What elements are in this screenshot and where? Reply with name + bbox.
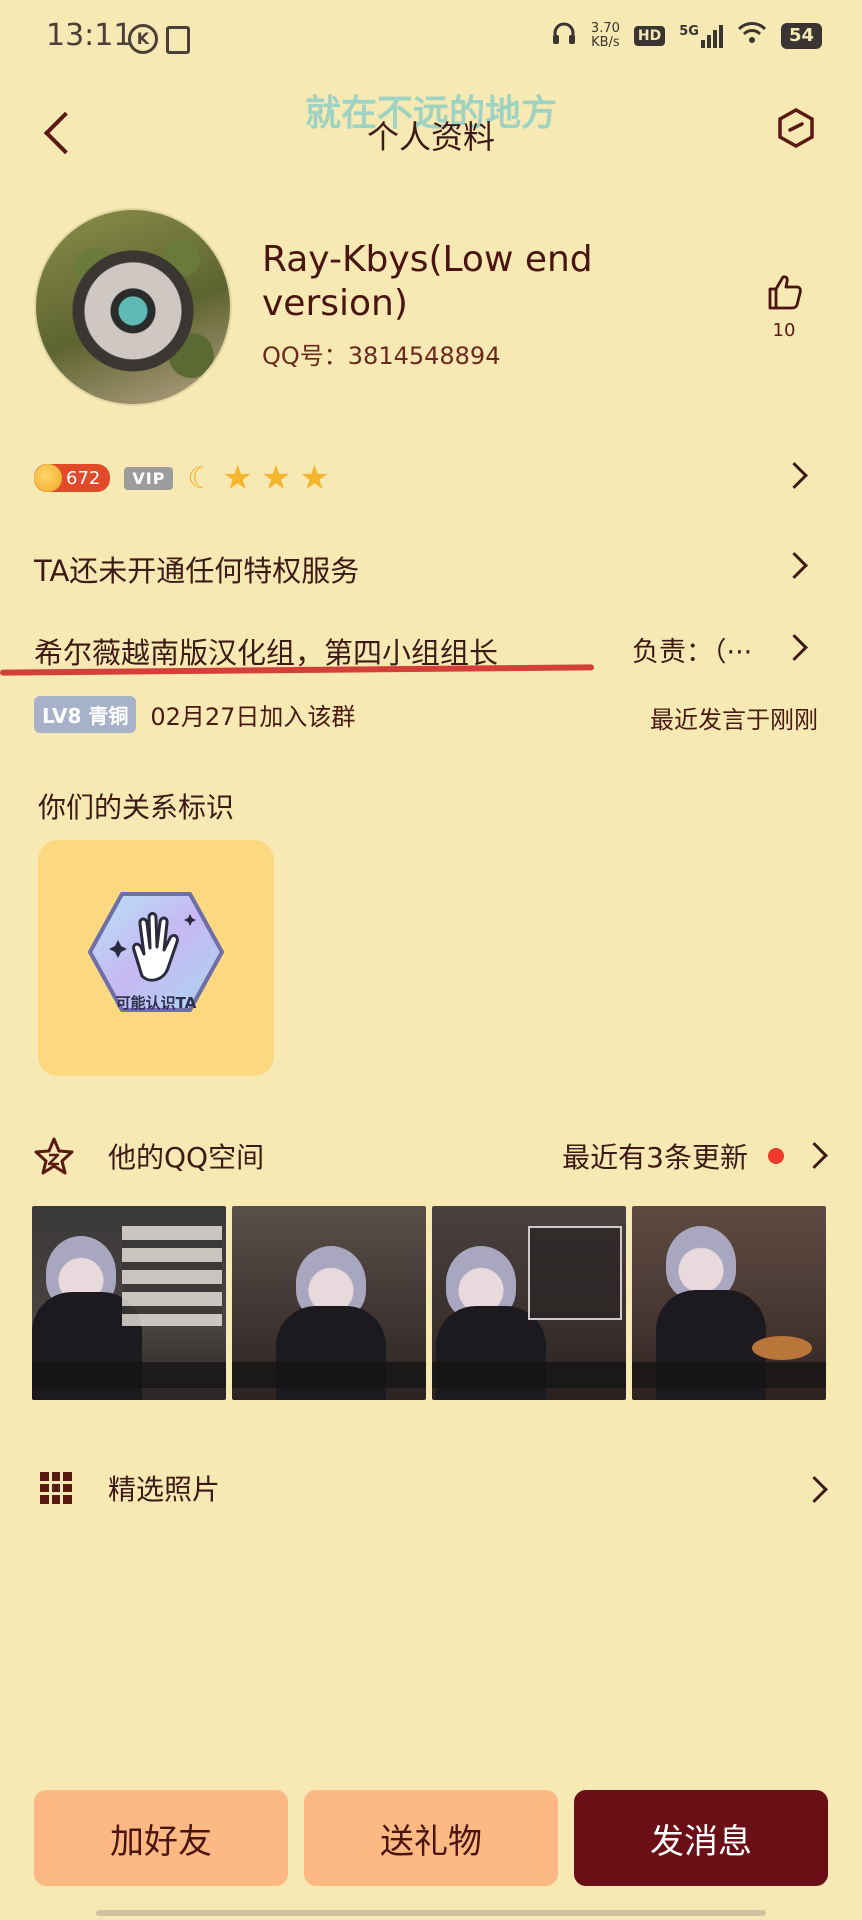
qzone-photo-strip [32, 1206, 826, 1400]
wifi-icon [737, 21, 767, 50]
vip-badge: VIP [124, 466, 174, 490]
headphone-icon [551, 20, 577, 51]
net-speed-unit: KB/s [591, 34, 620, 50]
avatar[interactable] [34, 208, 232, 406]
star-icon: ★ [299, 458, 330, 498]
star-icon: ★ [222, 458, 253, 498]
level-row: LV8 青铜 02月27日加入该群 [34, 696, 355, 733]
chevron-right-icon[interactable] [781, 634, 808, 661]
grid-icon [40, 1472, 72, 1504]
qzone-update-text: 最近有3条更新 [562, 1141, 748, 1174]
level-badge: LV8 青铜 [34, 696, 137, 733]
qzone-photo[interactable] [632, 1206, 826, 1400]
chevron-right-icon[interactable] [801, 1476, 828, 1503]
coin-icon [34, 464, 62, 492]
coin-value: 672 [66, 467, 101, 489]
qq-number: QQ号：3814548894 [262, 342, 501, 370]
last-speak: 最近发言于刚刚 [650, 706, 818, 734]
status-time: 13:11 [46, 18, 133, 53]
chevron-right-icon[interactable] [781, 552, 808, 579]
featured-photos-label: 精选照片 [108, 1473, 221, 1506]
nickname: Ray-Kbys(Low end version) [262, 239, 593, 324]
chevron-right-icon[interactable] [801, 1142, 828, 1169]
qzone-row[interactable]: 他的QQ空间 最近有3条更新 [34, 1132, 828, 1178]
featured-photos-row[interactable]: 精选照片 [34, 1466, 828, 1512]
status-indicators: 3.70 KB/s HD 5G 54 [551, 20, 822, 51]
hexagon-menu-icon [778, 107, 814, 149]
relation-card[interactable]: 可能认识TA [38, 840, 274, 1076]
thumbs-up-icon [768, 275, 802, 310]
document-icon [166, 26, 190, 54]
star-icon: ★ [260, 458, 292, 498]
signal-icon: 5G [679, 24, 723, 48]
net-speed: 3.70 KB/s [590, 20, 620, 50]
privilege-text[interactable]: TA还未开通任何特权服务 [34, 548, 359, 590]
add-friend-button[interactable]: 加好友 [34, 1790, 288, 1886]
unread-dot [768, 1148, 784, 1164]
send-message-button[interactable]: 发消息 [574, 1790, 828, 1886]
qzone-photo[interactable] [432, 1206, 626, 1400]
join-date: 02月27日加入该群 [150, 703, 356, 731]
responsibility-text[interactable]: 负责：（··· [632, 630, 752, 669]
badge-row[interactable]: 672 VIP ☾ ★ ★ ★ [34, 458, 330, 498]
more-options-button[interactable] [776, 107, 816, 149]
qzone-photo[interactable] [32, 1206, 226, 1400]
home-indicator[interactable] [96, 1910, 766, 1916]
relation-label: 你们的关系标识 [38, 791, 235, 824]
hd-badge: HD [633, 25, 666, 46]
page-title: 个人资料 [366, 118, 495, 156]
like-button[interactable]: 10 [758, 272, 810, 342]
network-type: 5G [679, 23, 699, 39]
like-count: 10 [772, 320, 796, 341]
net-speed-value: 3.70 [590, 20, 620, 36]
qzone-photo[interactable] [232, 1206, 426, 1400]
send-gift-button[interactable]: 送礼物 [304, 1790, 558, 1886]
k-icon: K [128, 24, 158, 54]
qzone-star-icon [34, 1137, 74, 1175]
relation-badge-name: 可能认识TA [115, 994, 197, 1012]
qzone-label: 他的QQ空间 [108, 1141, 265, 1174]
chevron-right-icon[interactable] [781, 462, 808, 489]
moon-icon: ☾ [187, 460, 215, 496]
coin-badge: 672 [34, 464, 111, 492]
battery-indicator: 54 [780, 22, 822, 49]
